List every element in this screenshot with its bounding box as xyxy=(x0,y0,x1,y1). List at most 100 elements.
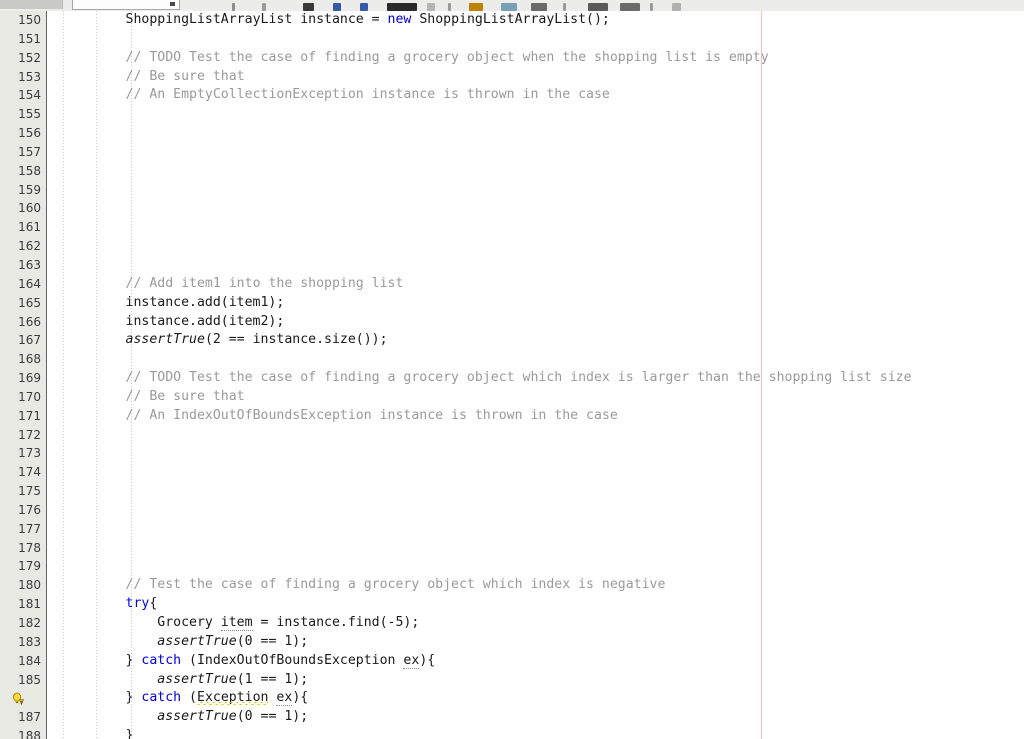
code-line[interactable] xyxy=(62,520,1024,539)
code-line[interactable]: assertTrue(0 == 1); xyxy=(62,633,1024,652)
code-line[interactable]: assertTrue(1 == 1); xyxy=(62,671,1024,690)
line-number[interactable]: 167 xyxy=(0,331,46,350)
code-line[interactable]: try{ xyxy=(62,595,1024,614)
run-icon[interactable] xyxy=(469,3,483,11)
code-line[interactable]: // TODO Test the case of finding a groce… xyxy=(62,369,1024,388)
line-number[interactable]: 164 xyxy=(0,275,46,294)
line-number[interactable]: 173 xyxy=(0,444,46,463)
line-number[interactable]: 177 xyxy=(0,520,46,539)
clean-build-icon[interactable] xyxy=(448,3,451,11)
code-line[interactable]: // Test the case of finding a grocery ob… xyxy=(62,576,1024,595)
line-number[interactable]: 169 xyxy=(0,369,46,388)
line-number[interactable]: 158 xyxy=(0,162,46,181)
code-line[interactable]: // Add item1 into the shopping list xyxy=(62,275,1024,294)
code-line[interactable]: // TODO Test the case of finding a groce… xyxy=(62,49,1024,68)
line-number[interactable]: 151 xyxy=(0,30,46,49)
code-line[interactable]: assertTrue(0 == 1); xyxy=(62,708,1024,727)
line-number[interactable]: 163 xyxy=(0,256,46,275)
code-line[interactable] xyxy=(62,199,1024,218)
profile-icon[interactable] xyxy=(531,3,547,11)
code-line[interactable]: instance.add(item1); xyxy=(62,294,1024,313)
code-line[interactable]: // An EmptyCollectionException instance … xyxy=(62,86,1024,105)
line-number[interactable]: 172 xyxy=(0,426,46,445)
code-line[interactable]: // Be sure that xyxy=(62,388,1024,407)
code-line[interactable] xyxy=(62,218,1024,237)
line-number[interactable]: 181 xyxy=(0,595,46,614)
debug-icon[interactable] xyxy=(501,3,517,11)
project-configuration-combo[interactable] xyxy=(72,0,180,10)
line-hint-slot[interactable] xyxy=(0,689,46,708)
line-number[interactable]: 178 xyxy=(0,539,46,558)
line-number[interactable]: 152 xyxy=(0,49,46,68)
line-number[interactable]: 162 xyxy=(0,237,46,256)
search-icon[interactable] xyxy=(650,3,653,11)
line-number-gutter[interactable]: 150 151 152 153 154 155 156 157 158 159 160 161 162 1… xyxy=(0,11,47,739)
save-all-icon[interactable] xyxy=(333,3,341,11)
line-number[interactable]: 184 xyxy=(0,652,46,671)
code-text-area[interactable]: ShoppingListArrayList instance = new Sho… xyxy=(62,11,1024,739)
code-line[interactable]: // Be sure that xyxy=(62,68,1024,87)
line-number[interactable]: 171 xyxy=(0,407,46,426)
code-line[interactable] xyxy=(62,426,1024,445)
code-line[interactable] xyxy=(62,482,1024,501)
line-number[interactable]: 175 xyxy=(0,482,46,501)
line-number[interactable]: 183 xyxy=(0,633,46,652)
line-number[interactable]: 168 xyxy=(0,350,46,369)
line-number[interactable]: 185 xyxy=(0,671,46,690)
redo-icon[interactable] xyxy=(387,3,417,11)
code-line[interactable] xyxy=(62,162,1024,181)
code-line[interactable]: assertTrue(2 == instance.size()); xyxy=(62,331,1024,350)
line-number[interactable]: 188 xyxy=(0,727,46,739)
code-line[interactable]: Grocery item = instance.find(-5); xyxy=(62,614,1024,633)
lightbulb-warning-icon[interactable] xyxy=(11,692,24,706)
code-line[interactable] xyxy=(62,501,1024,520)
line-number[interactable]: 154 xyxy=(0,86,46,105)
build-icon[interactable] xyxy=(427,3,435,11)
code-line[interactable]: ShoppingListArrayList instance = new Sho… xyxy=(62,11,1024,30)
new-project-icon[interactable] xyxy=(262,3,266,11)
code-line[interactable] xyxy=(62,350,1024,369)
code-line[interactable] xyxy=(62,463,1024,482)
more-icon[interactable] xyxy=(672,3,681,11)
line-number[interactable]: 155 xyxy=(0,105,46,124)
line-number[interactable]: 179 xyxy=(0,557,46,576)
code-line[interactable] xyxy=(62,30,1024,49)
code-line[interactable] xyxy=(62,557,1024,576)
code-line[interactable] xyxy=(62,444,1024,463)
line-number[interactable]: 160 xyxy=(0,199,46,218)
code-line[interactable] xyxy=(62,143,1024,162)
line-number[interactable]: 176 xyxy=(0,501,46,520)
line-number[interactable]: 159 xyxy=(0,181,46,200)
code-line[interactable]: // An IndexOutOfBoundsException instance… xyxy=(62,407,1024,426)
line-number[interactable]: 182 xyxy=(0,614,46,633)
line-number[interactable]: 166 xyxy=(0,313,46,332)
line-number[interactable]: 180 xyxy=(0,576,46,595)
line-number[interactable]: 157 xyxy=(0,143,46,162)
line-number[interactable]: 156 xyxy=(0,124,46,143)
code-line[interactable] xyxy=(62,539,1024,558)
line-number[interactable]: 174 xyxy=(0,463,46,482)
stop-icon[interactable] xyxy=(588,3,608,11)
line-number[interactable]: 161 xyxy=(0,218,46,237)
code-line[interactable] xyxy=(62,181,1024,200)
code-line[interactable]: instance.add(item2); xyxy=(62,313,1024,332)
undo-icon[interactable] xyxy=(360,3,368,11)
line-number[interactable]: 170 xyxy=(0,388,46,407)
java-source-editor[interactable]: 150 151 152 153 154 155 156 157 158 159 160 161 162 1… xyxy=(0,11,1024,739)
line-number[interactable]: 150 xyxy=(0,11,46,30)
code-line[interactable]: } xyxy=(62,727,1024,739)
code-line[interactable]: } catch (IndexOutOfBoundsException ex){ xyxy=(62,652,1024,671)
code-line[interactable] xyxy=(62,105,1024,124)
open-project-icon[interactable] xyxy=(303,3,314,11)
team-icon[interactable] xyxy=(563,3,566,11)
code-line[interactable] xyxy=(62,124,1024,143)
toolbar-left-button[interactable] xyxy=(0,0,63,9)
line-number[interactable]: 153 xyxy=(0,68,46,87)
new-file-icon[interactable] xyxy=(232,3,235,11)
line-number[interactable]: 165 xyxy=(0,294,46,313)
code-line[interactable] xyxy=(62,237,1024,256)
heap-icon[interactable] xyxy=(620,3,640,11)
code-line[interactable]: } catch (Exception ex){ xyxy=(62,689,1024,708)
code-line[interactable] xyxy=(62,256,1024,275)
line-number[interactable]: 187 xyxy=(0,708,46,727)
